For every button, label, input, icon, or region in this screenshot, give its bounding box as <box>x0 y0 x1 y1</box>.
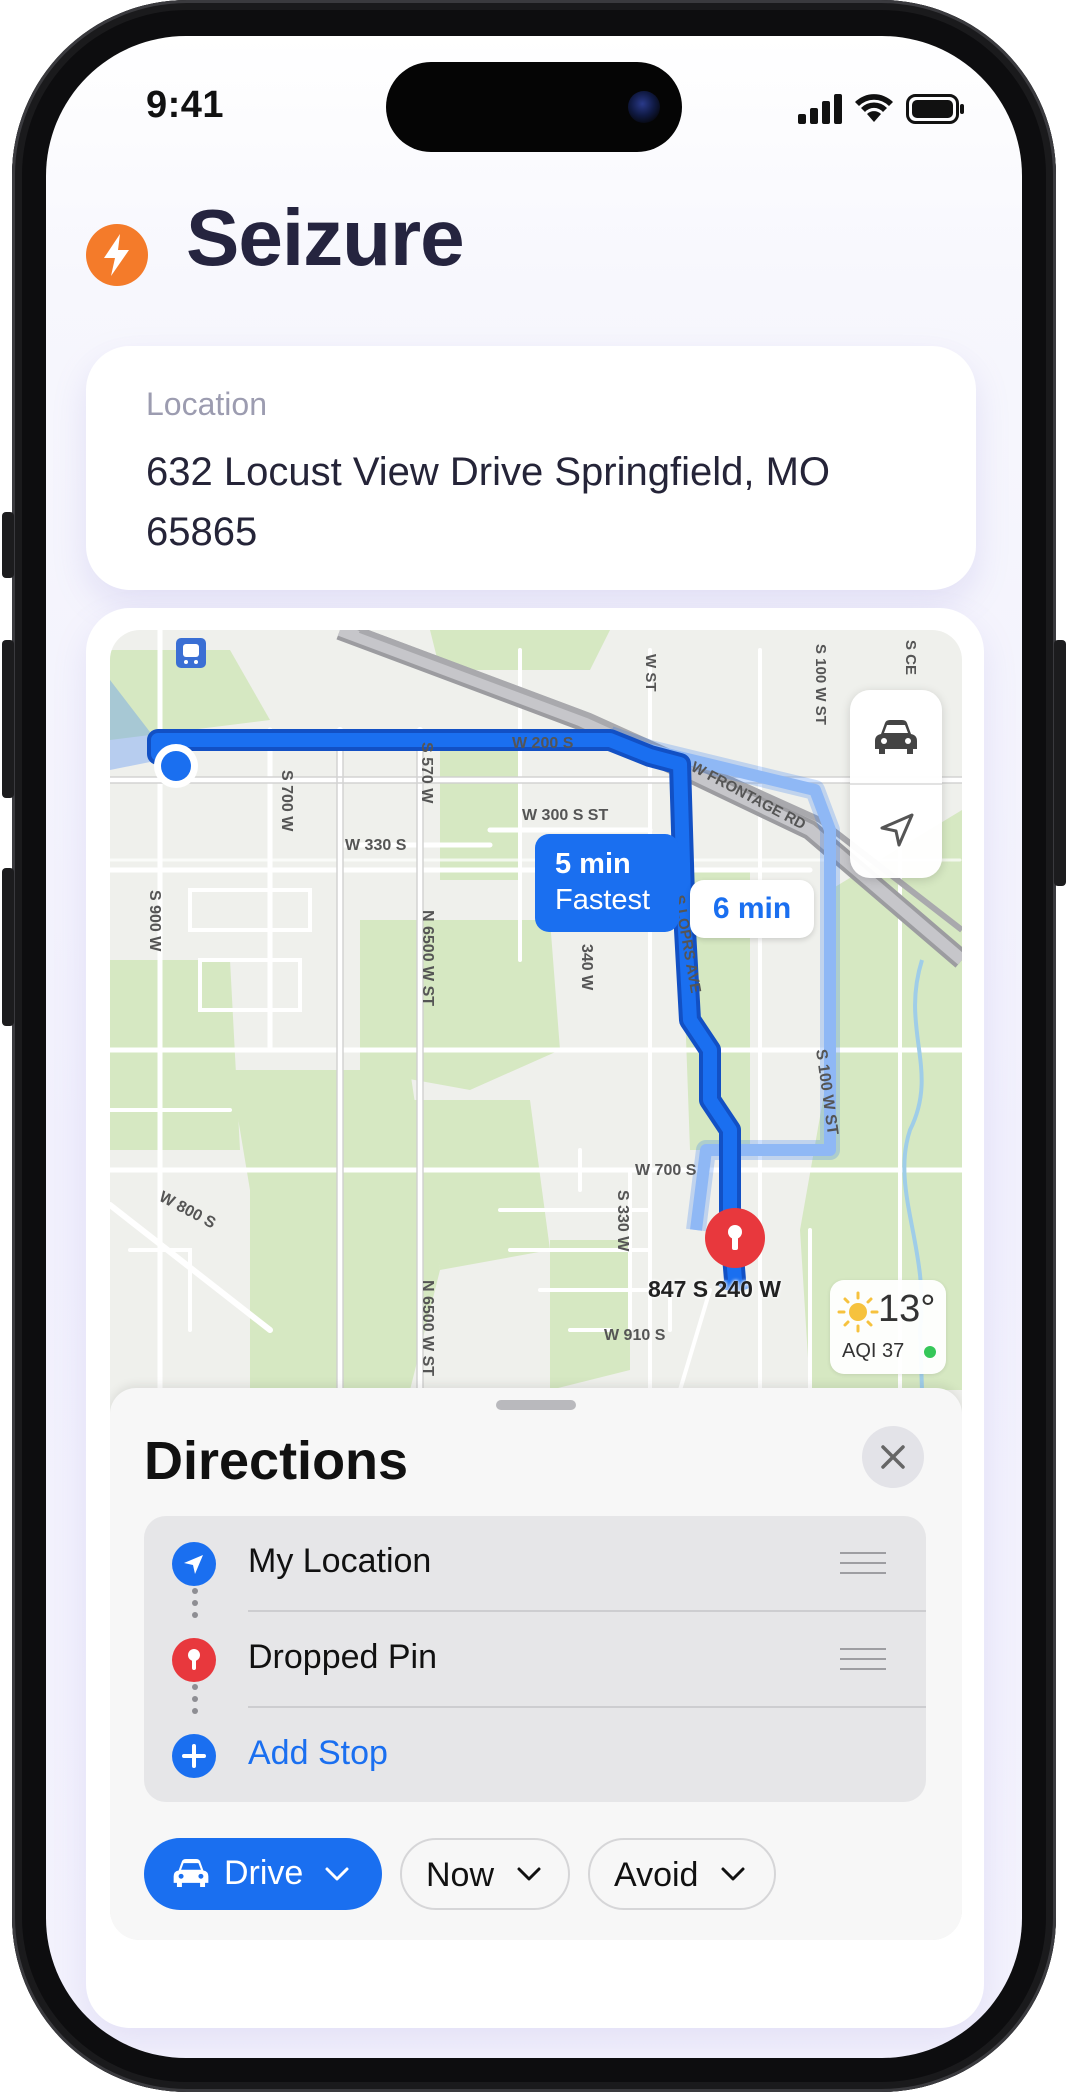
street-label: N 6500 W ST <box>419 910 436 1006</box>
location-address: 632 Locust View Drive Springfield, MO 65… <box>146 450 831 554</box>
map-card: W 200 S W 300 S ST W 330 S W FRONTAGE RD… <box>86 608 984 2028</box>
street-label: S 100 W ST <box>812 644 829 725</box>
map-controls <box>850 690 942 878</box>
departure-time-button[interactable]: Now <box>400 1838 570 1910</box>
app-title: Seizure <box>186 193 465 282</box>
chevron-down-icon <box>325 1867 349 1881</box>
fastest-route-tag: Fastest <box>555 884 651 916</box>
fastest-route-time: 5 min <box>555 848 631 880</box>
volume-up-button <box>2 640 14 798</box>
aqi-status-dot <box>924 1346 936 1358</box>
street-label: S 330 W <box>614 1190 631 1252</box>
street-label: W ST <box>642 654 659 692</box>
air-quality-index: AQI 37 <box>842 1340 905 1362</box>
reorder-handle-icon[interactable] <box>840 1552 886 1574</box>
directions-sheet: Directions My Location Dropped Pin Add S… <box>110 1388 962 1940</box>
avoid-options-label: Avoid <box>614 1856 699 1894</box>
car-icon <box>875 720 917 754</box>
cellular-signal-icon <box>798 94 842 124</box>
close-icon <box>881 1445 905 1469</box>
destination-label: 847 S 240 W <box>648 1276 781 1302</box>
transport-mode-label: Drive <box>224 1854 304 1892</box>
street-label: N 6500 W ST <box>419 1280 436 1376</box>
stops-list: My Location Dropped Pin Add Stop <box>144 1516 926 1802</box>
sun-icon <box>837 1291 879 1333</box>
street-label: W 910 S <box>604 1327 666 1344</box>
drive-mode-button[interactable] <box>850 690 942 783</box>
dynamic-island <box>386 62 682 152</box>
close-button[interactable] <box>862 1426 924 1488</box>
street-label: S 570 W <box>418 742 435 804</box>
recenter-location-button[interactable] <box>850 785 942 878</box>
street-label: W 700 S <box>635 1162 697 1179</box>
stop-label: Add Stop <box>248 1734 388 1772</box>
volume-down-button <box>2 868 14 1026</box>
chevron-down-icon <box>517 1867 541 1881</box>
weather-temperature: 13° <box>878 1288 936 1330</box>
location-label: Location <box>146 386 267 422</box>
avoid-options-button[interactable]: Avoid <box>588 1838 776 1910</box>
silent-switch <box>2 512 14 578</box>
weather-chip[interactable]: 13° AQI 37 <box>830 1280 946 1374</box>
reorder-handle-icon[interactable] <box>840 1648 886 1670</box>
street-label: S 700 W <box>278 770 295 832</box>
directions-title: Directions <box>144 1431 409 1491</box>
street-label: 340 W <box>578 944 595 991</box>
alternate-route-bubble[interactable]: 6 min <box>690 880 814 938</box>
car-icon <box>173 1858 209 1888</box>
stop-label: My Location <box>248 1542 432 1580</box>
chevron-down-icon <box>721 1867 745 1881</box>
street-label: W 330 S <box>345 837 407 854</box>
screen: 9:41 Seizure Location 632 Locust View Dr… <box>46 36 1022 2058</box>
location-card[interactable]: Location 632 Locust View Drive Springfie… <box>86 346 976 590</box>
fastest-route-bubble[interactable]: 5 min Fastest <box>535 834 679 932</box>
stop-my-location[interactable]: My Location <box>144 1516 926 1610</box>
street-label: W 300 S ST <box>522 807 608 824</box>
train-icon <box>176 638 206 668</box>
plus-icon <box>172 1734 216 1778</box>
location-arrow-icon <box>172 1542 216 1586</box>
sheet-grabber[interactable] <box>496 1400 576 1410</box>
pin-icon <box>172 1638 216 1682</box>
stop-dropped-pin[interactable]: Dropped Pin <box>144 1612 926 1706</box>
battery-icon <box>906 94 964 124</box>
wifi-icon <box>855 94 893 122</box>
front-camera-icon <box>628 91 660 123</box>
map-view[interactable]: W 200 S W 300 S ST W 330 S W FRONTAGE RD… <box>110 630 962 1940</box>
stop-label: Dropped Pin <box>248 1638 438 1676</box>
street-label: S CE <box>902 640 919 675</box>
current-location-dot <box>154 744 198 788</box>
street-label: W 200 S <box>512 735 574 752</box>
street-label: W 800 S <box>156 1189 218 1233</box>
street-label: S 900 W <box>146 890 163 952</box>
transport-mode-button[interactable]: Drive <box>144 1838 382 1910</box>
status-time: 9:41 <box>146 84 225 126</box>
side-button <box>1054 640 1066 886</box>
add-stop-button[interactable]: Add Stop <box>144 1708 926 1802</box>
location-arrow-icon <box>880 813 914 847</box>
app-logo-icon <box>86 224 148 286</box>
departure-time-label: Now <box>426 1856 495 1894</box>
